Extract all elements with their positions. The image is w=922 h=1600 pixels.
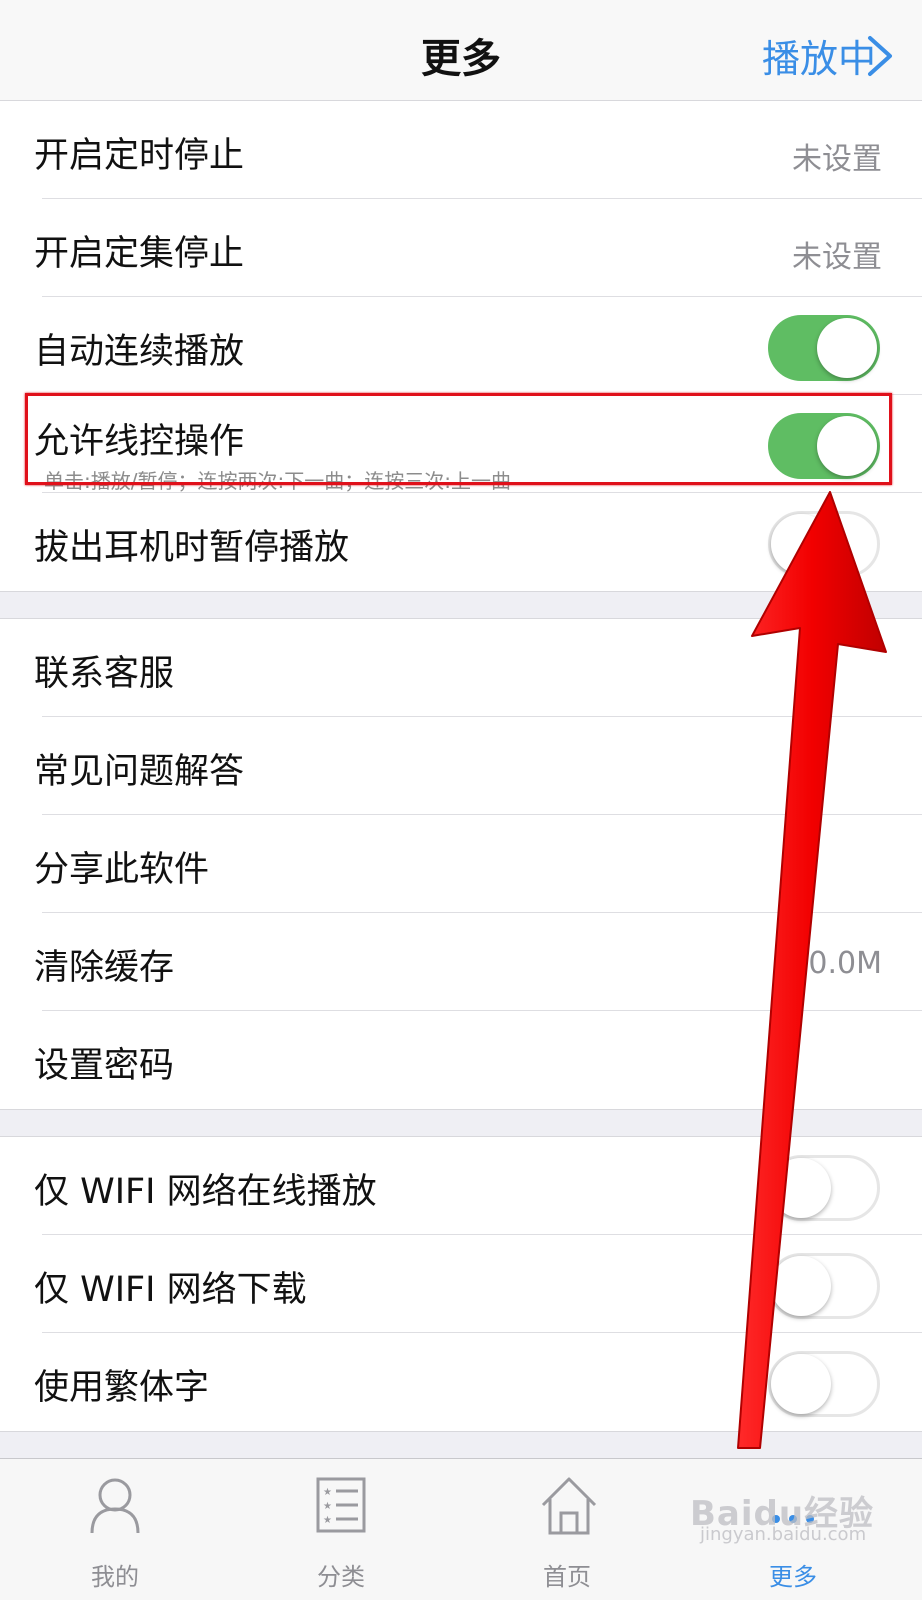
traditional-chinese-row: 使用繁体字: [0, 1333, 922, 1431]
svg-text:★: ★: [323, 1487, 332, 1498]
clear-cache-row[interactable]: 清除缓存 0.0M: [0, 913, 922, 1011]
tab-category[interactable]: ★ ★ ★ 分类: [226, 1459, 456, 1600]
tab-label: 我的: [91, 1563, 139, 1591]
traditional-chinese-toggle[interactable]: [768, 1351, 880, 1417]
wifi-stream-toggle[interactable]: [768, 1155, 880, 1221]
tab-label: 分类: [317, 1563, 365, 1591]
tab-label: 首页: [543, 1563, 591, 1591]
playback-settings-group: 开启定时停止 未设置 开启定集停止 未设置 自动连续播放 允许线控操作 单击:播…: [0, 100, 922, 592]
home-icon: [541, 1477, 597, 1535]
svg-text:★: ★: [323, 1501, 332, 1512]
row-label: 常见问题解答: [34, 752, 245, 792]
row-label: 开启定集停止: [34, 234, 245, 274]
faq-row[interactable]: 常见问题解答: [0, 717, 922, 815]
row-label: 拔出耳机时暂停播放: [34, 528, 350, 568]
list-icon: ★ ★ ★: [316, 1477, 366, 1533]
autoplay-toggle[interactable]: [768, 315, 880, 381]
toggle-knob: [817, 318, 877, 378]
episode-stop-row[interactable]: 开启定集停止 未设置: [0, 199, 922, 297]
row-label: 使用繁体字: [34, 1368, 210, 1408]
headphone-pause-row: 拔出耳机时暂停播放: [0, 493, 922, 591]
share-app-row[interactable]: 分享此软件: [0, 815, 922, 913]
person-icon: [90, 1478, 140, 1534]
row-label: 自动连续播放: [34, 332, 245, 372]
network-settings-group: 仅 WIFI 网络在线播放 仅 WIFI 网络下载 使用繁体字: [0, 1136, 922, 1432]
toggle-knob: [771, 514, 831, 574]
toggle-knob: [771, 1354, 831, 1414]
toggle-knob: [771, 1158, 831, 1218]
autoplay-row: 自动连续播放: [0, 297, 922, 395]
timer-stop-row[interactable]: 开启定时停止 未设置: [0, 101, 922, 199]
wifi-download-row: 仅 WIFI 网络下载: [0, 1235, 922, 1333]
headphone-pause-toggle[interactable]: [768, 511, 880, 577]
row-value: 未设置: [792, 240, 882, 275]
row-sublabel: 单击:播放/暂停；连按两次:下一曲；连按三次:上一曲: [44, 469, 511, 493]
toggle-knob: [817, 416, 877, 476]
wifi-stream-row: 仅 WIFI 网络在线播放: [0, 1137, 922, 1235]
tab-mine[interactable]: 我的: [0, 1459, 230, 1600]
contact-support-row[interactable]: 联系客服: [0, 619, 922, 717]
remote-control-toggle[interactable]: [768, 413, 880, 479]
row-label: 仅 WIFI 网络在线播放: [34, 1172, 377, 1212]
row-value: 未设置: [792, 142, 882, 177]
row-label: 仅 WIFI 网络下载: [34, 1270, 307, 1310]
row-label: 分享此软件: [34, 850, 210, 890]
tab-label: 更多: [769, 1563, 817, 1591]
row-label: 清除缓存: [34, 948, 175, 988]
row-label: 设置密码: [34, 1046, 175, 1086]
row-label: 开启定时停止: [34, 136, 245, 176]
cache-size-value: 0.0M: [808, 946, 882, 981]
chevron-right-icon[interactable]: [860, 34, 900, 78]
baidu-watermark-url: jingyan.baidu.com: [700, 1524, 867, 1545]
svg-text:★: ★: [323, 1515, 332, 1526]
row-label: 允许线控操作: [34, 422, 245, 462]
toggle-knob: [771, 1256, 831, 1316]
tab-home[interactable]: 首页: [452, 1459, 682, 1600]
row-label: 联系客服: [34, 654, 175, 694]
wifi-download-toggle[interactable]: [768, 1253, 880, 1319]
remote-control-row: 允许线控操作 单击:播放/暂停；连按两次:下一曲；连按三次:上一曲: [0, 395, 922, 493]
set-password-row[interactable]: 设置密码: [0, 1011, 922, 1109]
support-group: 联系客服 常见问题解答 分享此软件 清除缓存 0.0M 设置密码: [0, 618, 922, 1110]
navigation-bar: 更多 播放中: [0, 0, 922, 102]
now-playing-button[interactable]: 播放中: [762, 28, 876, 83]
